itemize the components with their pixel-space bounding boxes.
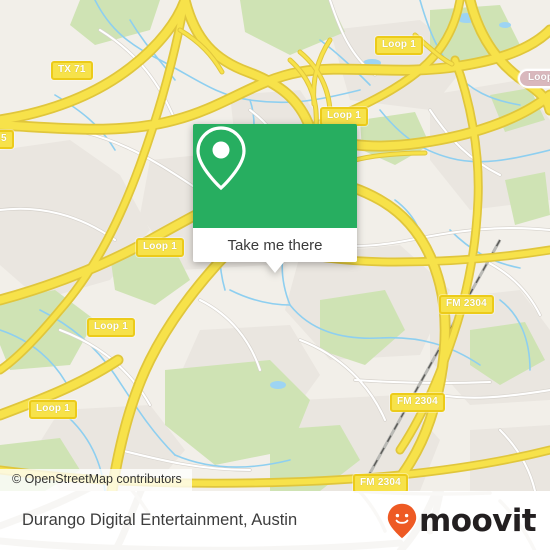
- road-shield-edge-left: 5: [0, 130, 14, 149]
- road-shield-fm2304-3: FM 2304: [353, 474, 408, 491]
- moovit-logo[interactable]: moovit: [387, 491, 537, 550]
- osm-attribution[interactable]: © OpenStreetMap contributors: [0, 469, 192, 491]
- map-pin-icon: [196, 126, 246, 191]
- page-footer: Durango Digital Entertainment, Austin mo…: [0, 491, 550, 550]
- map-canvas[interactable]: TX 71 Loop 1 Loop 1 Loop 3 5 Loop 1 Loop…: [0, 0, 550, 491]
- road-shield-tx71: TX 71: [51, 61, 93, 80]
- moovit-wordmark: moovit: [419, 502, 537, 539]
- road-shield-loop1-4: Loop 1: [87, 318, 135, 337]
- map-page: TX 71 Loop 1 Loop 1 Loop 3 5 Loop 1 Loop…: [0, 0, 550, 550]
- location-popup[interactable]: Take me there: [193, 124, 357, 273]
- popup-header: [193, 124, 357, 228]
- popup-tail: [266, 262, 284, 273]
- road-shield-fm2304-2: FM 2304: [390, 393, 445, 412]
- road-shield-loop1-1: Loop 1: [375, 36, 423, 55]
- place-title: Durango Digital Entertainment, Austin: [22, 491, 297, 550]
- take-me-there-button[interactable]: Take me there: [193, 228, 357, 262]
- road-shield-loop3: Loop 3: [518, 69, 550, 88]
- road-shield-fm2304-1: FM 2304: [439, 295, 494, 314]
- road-shield-loop1-3: Loop 1: [136, 238, 184, 257]
- moovit-smiley-pin-icon: [387, 503, 417, 538]
- take-me-there-label: Take me there: [227, 236, 323, 254]
- place-title-text: Durango Digital Entertainment, Austin: [22, 511, 298, 529]
- road-shield-loop1-5: Loop 1: [29, 400, 77, 419]
